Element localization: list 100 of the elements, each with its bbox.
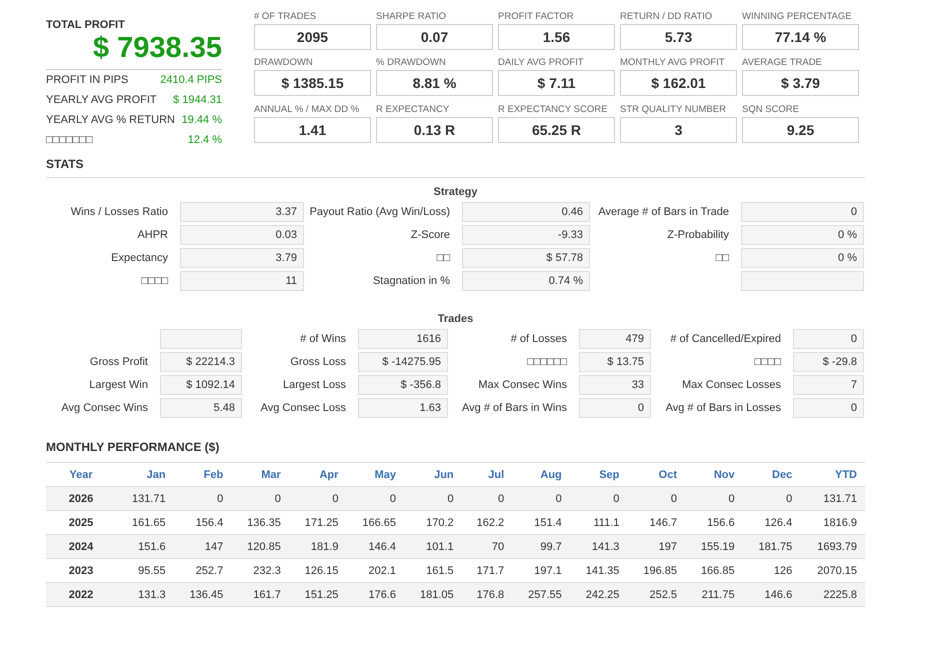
metric-value: 3 [620, 116, 737, 143]
table-cell: 257.55 [512, 582, 570, 606]
table-cell: 181.05 [404, 582, 462, 606]
metric-label: # OF TRADES [254, 11, 318, 24]
summary-value: 12.4 % [188, 134, 222, 146]
stat-value-box: 0 % [741, 225, 864, 245]
stat-value-box: 0.46 [462, 202, 590, 222]
stat-label: # of Losses [510, 333, 568, 345]
stat-value-box: 479 [579, 329, 651, 349]
summary-label: □□□□□□□ [46, 134, 93, 146]
section-title: Strategy [432, 185, 479, 200]
table-cell: 151.6 [116, 534, 174, 558]
metric-value: 9.25 [742, 116, 859, 143]
table-cell: 0 [512, 486, 570, 510]
metric-label: SQN SCORE [742, 104, 800, 117]
metric-value: 65.25 R [498, 116, 615, 143]
table-cell: 146.6 [742, 582, 800, 606]
table-cell: 101.1 [404, 534, 462, 558]
summary-value: 19.44 % [182, 114, 222, 126]
table-cell: 0 [462, 486, 512, 510]
year-cell: 2022 [46, 582, 116, 606]
stat-value-box: 0 [793, 329, 864, 349]
stat-value-box: $ -356.8 [358, 375, 448, 395]
table-cell: 242.25 [570, 582, 628, 606]
stat-value-box: $ 22214.3 [160, 352, 242, 372]
section-title: Trades [436, 312, 474, 327]
stat-label: Largest Win [88, 379, 149, 391]
stat-value-box: 0 [741, 202, 864, 222]
stat-label: □□ [436, 252, 451, 264]
table-cell: 181.75 [742, 534, 800, 558]
metric-label: ANNUAL % / MAX DD % [254, 104, 360, 117]
table-cell: 0 [231, 486, 289, 510]
metric-label: % DRAWDOWN [376, 57, 447, 70]
stat-value-box: 11 [180, 271, 304, 291]
table-cell: 211.75 [684, 582, 743, 606]
metric-value: 2095 [254, 24, 371, 50]
table-cell: 0 [404, 486, 462, 510]
stat-value-box: 0 % [741, 248, 864, 268]
stat-value-box: 1616 [358, 329, 448, 349]
metric-value: 5.73 [620, 24, 737, 50]
table-cell: 131.71 [800, 486, 865, 510]
summary-label: PROFIT IN PIPS [46, 74, 128, 86]
table-cell: 0 [288, 486, 346, 510]
stat-value-box: 0 [793, 398, 864, 418]
stat-label: Gross Profit [88, 356, 149, 368]
stat-label: Avg Consec Loss [260, 402, 347, 414]
stat-value-box: 7 [793, 375, 864, 395]
stat-label: □□ [714, 252, 730, 264]
stat-value-box: 5.48 [160, 398, 242, 418]
stat-label: # of Cancelled/Expired [669, 333, 782, 345]
stat-value-box: $ 1092.14 [160, 375, 242, 395]
metric-value: $ 162.01 [620, 70, 737, 96]
table-cell: 1693.79 [800, 534, 865, 558]
metric-label: DRAWDOWN [254, 57, 314, 70]
table-cell: 176.8 [462, 582, 512, 606]
stat-label: Z-Score [410, 229, 451, 241]
stat-value-box: 33 [579, 375, 651, 395]
metric-value: $ 1385.15 [254, 70, 371, 96]
summary-label: YEARLY AVG % RETURN [46, 114, 175, 126]
metric-label: SHARPE RATIO [376, 11, 448, 24]
table-cell: 197 [627, 534, 685, 558]
stat-value-box: 3.79 [180, 248, 304, 268]
year-cell: 2026 [46, 486, 116, 510]
summary-label: YEARLY AVG PROFIT [46, 94, 157, 106]
stat-value-box: $ -14275.95 [358, 352, 448, 372]
stat-label: Average # of Bars in Trade [597, 206, 730, 218]
stat-value-box: $ -29.8 [793, 352, 864, 372]
table-cell: 99.7 [512, 534, 570, 558]
stat-label: Payout Ratio (Avg Win/Loss) [308, 206, 451, 218]
table-cell: 0 [570, 486, 628, 510]
stat-label: Expectancy [110, 252, 169, 264]
stat-label: Max Consec Wins [477, 379, 568, 391]
stat-label: Gross Loss [289, 356, 347, 368]
stat-label: □□□□ [753, 356, 782, 368]
metric-value: $ 7.11 [498, 70, 615, 96]
table-cell: 0 [346, 486, 404, 510]
metric-label: R EXPECTANCY SCORE [498, 104, 608, 117]
metric-value: 0.13 R [376, 116, 493, 143]
metric-label: RETURN / DD RATIO [620, 11, 714, 24]
table-cell: 252.5 [627, 582, 685, 606]
metric-label: DAILY AVG PROFIT [498, 57, 585, 70]
table-cell: 151.25 [288, 582, 346, 606]
table-cell: 146.4 [346, 534, 404, 558]
summary-value: $ 1944.31 [173, 94, 222, 106]
stat-value-box: 0 [579, 398, 651, 418]
metric-label: R EXPECTANCY [376, 104, 450, 117]
stat-value-box: 0.74 % [462, 271, 590, 291]
table-cell: 181.9 [288, 534, 346, 558]
table-cell: 70 [462, 534, 512, 558]
table-cell: 136.45 [174, 582, 232, 606]
stat-label: Avg # of Bars in Losses [664, 402, 782, 414]
table-cell: 0 [742, 486, 800, 510]
table-cell: 131.3 [116, 582, 174, 606]
metric-label: PROFIT FACTOR [498, 11, 575, 24]
metric-value: 1.56 [498, 24, 615, 50]
stat-value-box: 3.37 [180, 202, 304, 222]
monthly-performance-heading: MONTHLY PERFORMANCE ($) [46, 440, 865, 463]
table-cell: 2225.8 [800, 582, 865, 606]
stat-value-box: 0.03 [180, 225, 304, 245]
stat-label: AHPR [136, 229, 169, 241]
